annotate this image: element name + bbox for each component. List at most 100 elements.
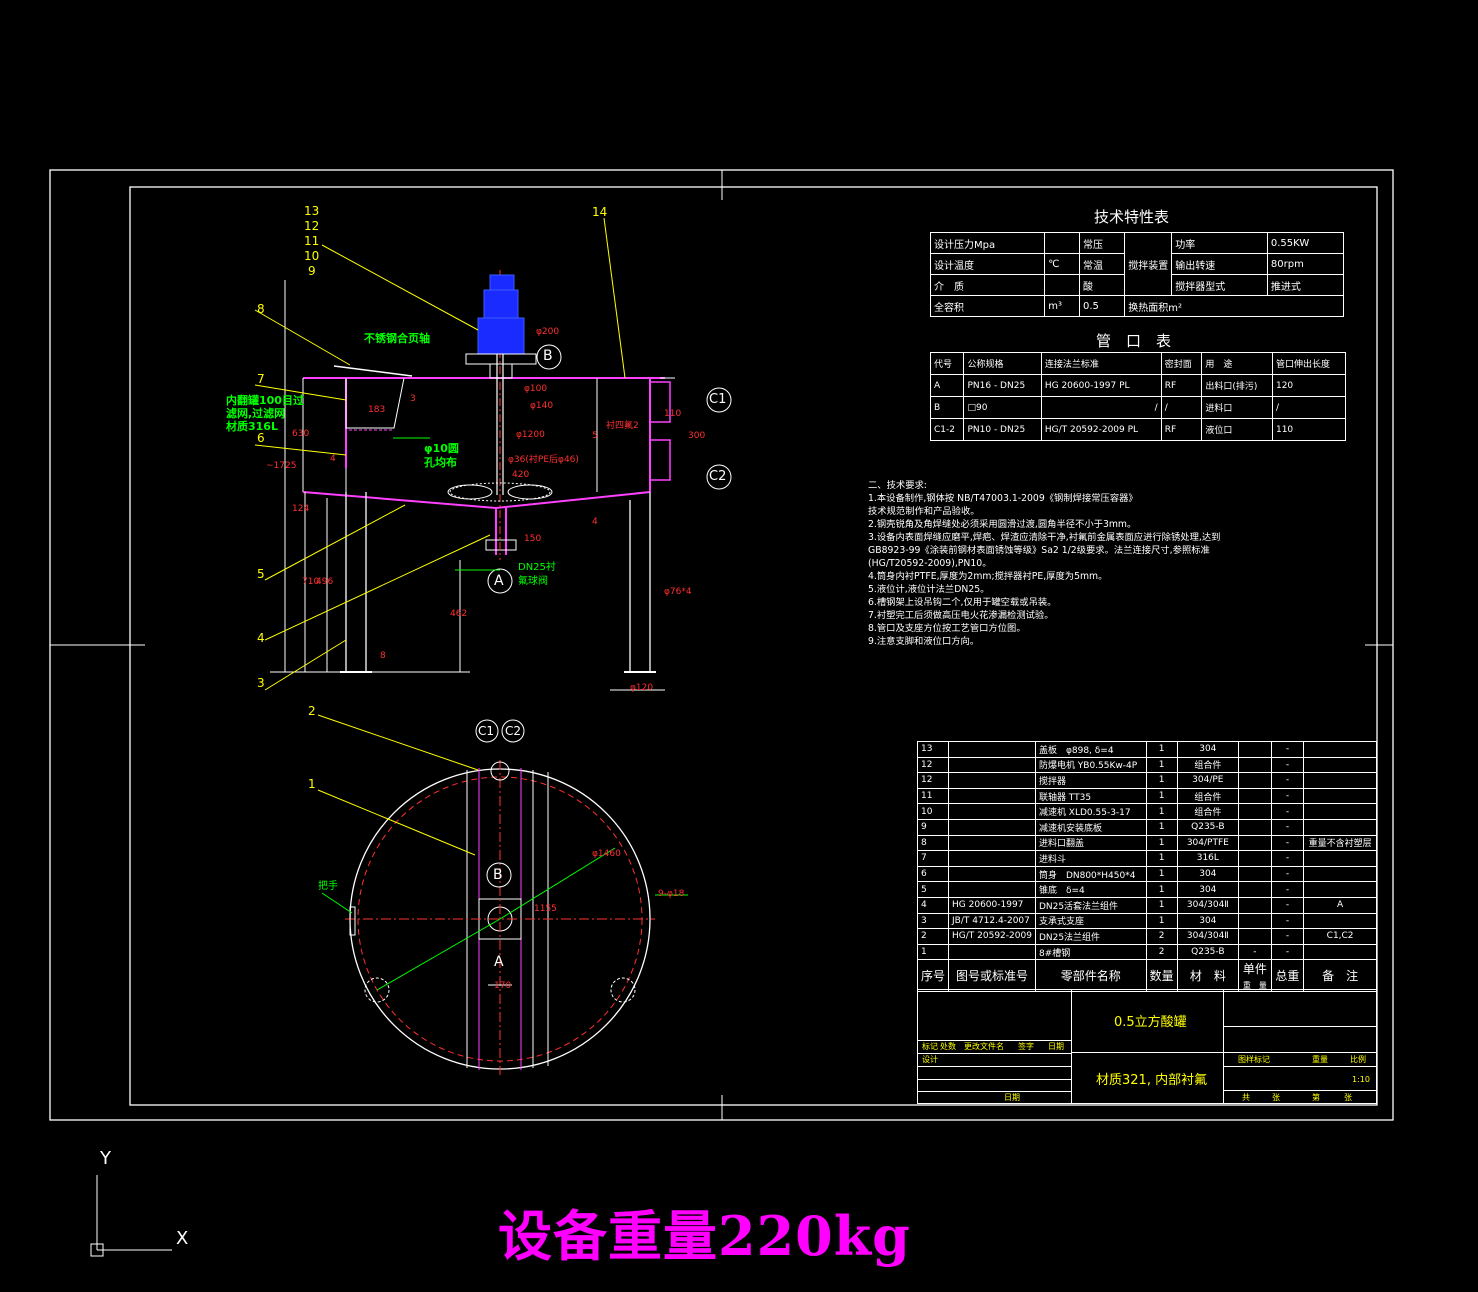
- ports-cell: 进料口: [1201, 396, 1273, 419]
- dim-label: φ100: [524, 384, 548, 394]
- parts-cell: 2: [916, 928, 950, 945]
- parts-cell: 1: [1145, 741, 1178, 758]
- parts-cell: [1303, 881, 1377, 898]
- ports-cell: HG/T 20592-2009 PL: [1040, 418, 1162, 441]
- tb-label: 张: [1344, 1093, 1352, 1102]
- parts-cell: [948, 881, 1036, 898]
- parts-row: 5 锥底 δ=4 1 304 -: [916, 881, 1377, 898]
- parts-cell: 1: [1145, 756, 1178, 774]
- leader-label: 5: [257, 567, 265, 581]
- leader-label: 6: [257, 431, 265, 445]
- parts-header-text: 序号: [921, 969, 946, 984]
- leader-label: 8: [257, 302, 265, 316]
- parts-cell: 304/304Ⅱ: [1176, 928, 1240, 945]
- ports-cell: PN16 - DN25: [963, 374, 1042, 397]
- dim-label: 420: [512, 470, 530, 480]
- parts-cell: JB/T 4712.4-2007: [948, 912, 1036, 930]
- equipment-weight-note: 设备重量220kg: [498, 1204, 911, 1268]
- leader-label: 13: [304, 204, 320, 218]
- spec-cell: 酸: [1079, 274, 1126, 296]
- tb-label: 设计: [922, 1055, 938, 1064]
- requirement-line: (HG/T20592-2009),PN10。: [868, 558, 992, 569]
- tb-label: 共: [1242, 1093, 1250, 1102]
- parts-cell: 进料口翻盖: [1034, 834, 1147, 852]
- parts-cell: DN25活套法兰组件: [1034, 896, 1147, 914]
- parts-cell: [1238, 912, 1272, 930]
- parts-cell: 12: [916, 772, 950, 789]
- parts-header-cell: 数量: [1145, 959, 1178, 993]
- parts-header-text: 材 料: [1189, 969, 1226, 984]
- parts-cell: 10: [916, 803, 950, 820]
- parts-cell: A: [1303, 896, 1377, 914]
- parts-cell: 2: [1145, 928, 1178, 945]
- tb-label: 标记: [922, 1042, 938, 1051]
- parts-row: 4 HG 20600-1997 DN25活套法兰组件 1 304/304Ⅱ - A: [916, 896, 1377, 914]
- parts-list-table: 13 盖板 φ898, δ=4 1 304-12 防爆电机 YB0.55Kw-4P 1 组合…: [916, 741, 1377, 993]
- parts-cell: HG/T 20592-2009: [948, 928, 1036, 945]
- leader-label: 7: [257, 372, 265, 386]
- dim-label: φ1200: [516, 430, 545, 440]
- tb-label: 第: [1312, 1093, 1320, 1102]
- parts-cell: [948, 772, 1036, 789]
- requirement-line: 5.液位计,液位计法兰DN25。: [868, 584, 990, 595]
- parts-cell: [1238, 850, 1272, 867]
- plan-b-label: B: [493, 867, 503, 883]
- parts-cell: [948, 943, 1036, 961]
- plan-a-label: A: [494, 954, 504, 970]
- parts-header-text: 单件: [1242, 962, 1267, 977]
- requirement-line: 9.注意支脚和液位口方向。: [868, 636, 980, 647]
- spec-cell: 全容积: [929, 295, 1046, 317]
- parts-cell: 盖板 φ898, δ=4: [1034, 741, 1147, 758]
- leader-label: 1: [308, 777, 316, 791]
- spec-cell: 搅拌器型式: [1171, 274, 1268, 296]
- parts-cell: -: [1270, 803, 1305, 820]
- parts-header-text: 总重: [1275, 969, 1300, 984]
- parts-cell: 进料斗: [1034, 850, 1147, 867]
- parts-cell: [1303, 818, 1377, 836]
- ports-cell: RF: [1160, 374, 1203, 397]
- ports-cell: 液位口: [1201, 418, 1273, 441]
- plan-c2-label: C2: [505, 724, 522, 738]
- spec-cell: 推进式: [1266, 274, 1345, 296]
- leader-label: 14: [592, 205, 608, 219]
- parts-header-text: 数量: [1149, 969, 1174, 984]
- parts-header-cell: 总重: [1270, 959, 1305, 993]
- parts-body: 13 盖板 φ898, δ=4 1 304-12 防爆电机 YB0.55Kw-4P 1 组合…: [916, 741, 1377, 993]
- dim-label: φ200: [536, 327, 560, 337]
- ports-cell: /: [1160, 396, 1203, 419]
- parts-cell: 支承式支座: [1034, 912, 1147, 930]
- dim-label: 462: [450, 609, 468, 619]
- ports-cell: PN10 - DN25: [963, 418, 1042, 441]
- leader-label: 4: [257, 631, 265, 645]
- spec-cell: 介 质: [929, 274, 1046, 296]
- tb-label: 比例: [1350, 1055, 1366, 1064]
- title-block-center: 0.5立方酸罐 材质321, 内部衬氟: [1071, 990, 1224, 1103]
- parts-row: 3 JB/T 4712.4-2007 支承式支座 1 304 -: [916, 912, 1377, 930]
- tb-label: 图样标记: [1238, 1055, 1270, 1064]
- parts-row: 11 联轴器 TT35 1 组合件 -: [916, 787, 1377, 805]
- outlet-note-2: 氟球阀: [518, 576, 548, 587]
- parts-header-row: 序号 图号或标准号 零部件名称 数量材 料单件重 量总重 备 注: [916, 959, 1377, 993]
- leader-label: 9: [308, 264, 316, 278]
- parts-header-cell: 单件重 量: [1238, 959, 1272, 993]
- dim-label: φ76*4: [664, 587, 692, 597]
- dim-label: 170: [494, 981, 512, 991]
- requirement-line: 1.本设备制作,钢体按 NB/T47003.1-2009《钢制焊接常压容器》: [868, 493, 1138, 504]
- ports-header: 连接法兰标准: [1040, 352, 1162, 375]
- parts-row: 10 减速机 XLD0.55-3-17 1 组合件 -: [916, 803, 1377, 820]
- parts-cell: 304: [1176, 881, 1240, 898]
- spec-cell: 搅拌装置: [1124, 232, 1173, 296]
- dim-label: φ1460: [592, 849, 621, 859]
- parts-cell: 2: [1145, 943, 1178, 961]
- dim-label: 300: [688, 431, 706, 441]
- parts-cell: 1: [1145, 896, 1178, 914]
- parts-cell: 1: [916, 943, 950, 961]
- parts-header-cell: 材 料: [1176, 959, 1240, 993]
- ports-cell: /: [1040, 396, 1162, 419]
- spec-cell: 80rpm: [1266, 253, 1345, 275]
- ports-table-title: 管 口 表: [1096, 332, 1172, 350]
- drawing-name: 0.5立方酸罐: [1114, 1015, 1187, 1030]
- drawing-material: 材质321, 内部衬氟: [1096, 1073, 1208, 1088]
- parts-cell: [948, 834, 1036, 852]
- spec-cell: ℃: [1044, 253, 1081, 275]
